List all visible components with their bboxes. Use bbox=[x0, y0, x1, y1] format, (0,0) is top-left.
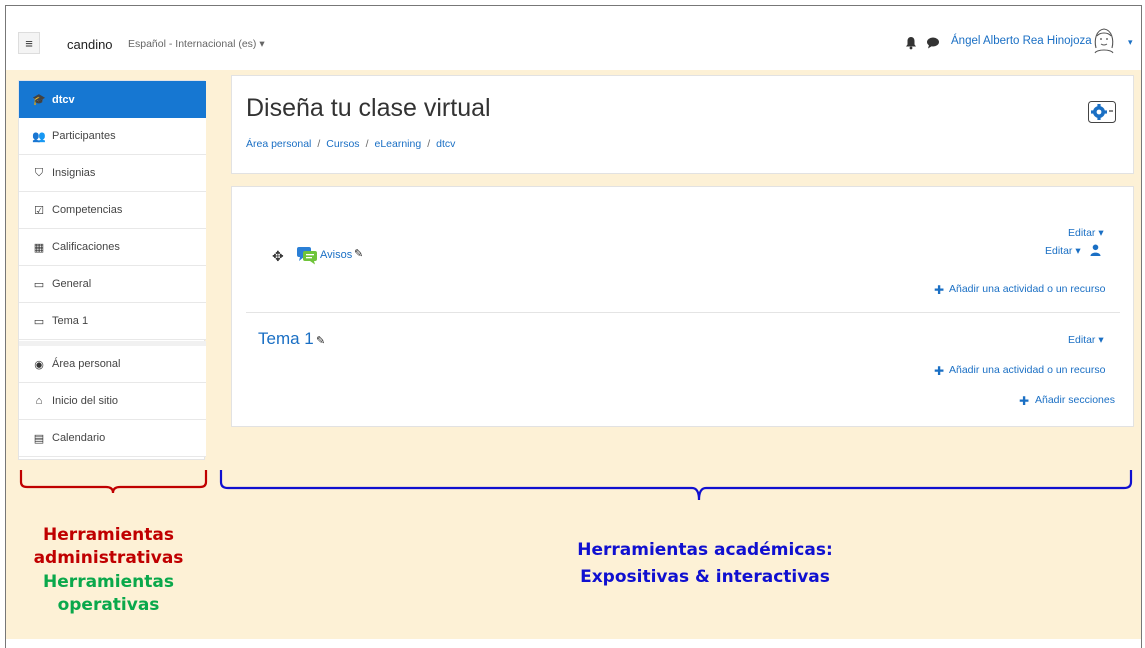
sidebar-item-label: Inicio del sitio bbox=[52, 395, 119, 407]
pencil-icon[interactable]: ✎ bbox=[316, 334, 325, 347]
avatar[interactable] bbox=[1091, 26, 1117, 54]
pencil-icon[interactable]: ✎ bbox=[354, 247, 363, 260]
sidebar-item-label: Calificaciones bbox=[52, 241, 120, 253]
annotation-academic-tools: Herramientas académicas: Expositivas & i… bbox=[470, 537, 940, 591]
move-icon[interactable]: ✥ bbox=[272, 248, 284, 265]
screenshot-frame: ≡ candino Español - Internacional (es) ▾… bbox=[0, 0, 1145, 648]
folder-icon: ▭ bbox=[33, 315, 45, 328]
breadcrumb-item[interactable]: Cursos bbox=[326, 138, 359, 150]
users-icon: 👥 bbox=[32, 130, 46, 143]
plus-icon[interactable]: ✚ bbox=[934, 364, 944, 378]
sidebar-item-tema-1[interactable]: ▭ Tema 1 bbox=[19, 303, 206, 340]
sidebar-item-label: Insignias bbox=[52, 167, 96, 179]
breadcrumb-separator: / bbox=[427, 138, 431, 150]
course-content-card: Editar ▾ ✥ Avisos ✎ Editar ▾ ✚ Añadir un… bbox=[231, 186, 1134, 427]
table-icon: ▦ bbox=[33, 241, 45, 254]
annotation-line: administrativas bbox=[33, 548, 184, 568]
folder-icon: ▭ bbox=[33, 278, 45, 291]
forum-icon bbox=[297, 247, 317, 265]
sidebar-item-label: dtcv bbox=[52, 93, 75, 106]
section1-edit-menu[interactable]: Editar ▾ bbox=[1068, 334, 1104, 346]
annotation-line: operativas bbox=[57, 595, 160, 615]
sidebar-item-participantes[interactable]: 👥 Participantes bbox=[19, 118, 206, 155]
page-title: Diseña tu clase virtual bbox=[246, 94, 491, 122]
bell-icon[interactable] bbox=[904, 36, 918, 50]
sidebar-nav: 🎓 dtcv 👥 Participantes ⛉ Insignias ☑ Competenci… bbox=[18, 80, 206, 460]
sidebar-item-insignias[interactable]: ⛉ Insignias bbox=[19, 155, 206, 192]
section0-edit-menu[interactable]: Editar ▾ bbox=[1068, 227, 1104, 239]
calendar-icon: ▤ bbox=[33, 432, 45, 445]
sidebar-item-label: Participantes bbox=[52, 130, 116, 142]
breadcrumb-item[interactable]: dtcv bbox=[436, 138, 455, 150]
activity-edit-menu[interactable]: Editar ▾ bbox=[1045, 245, 1081, 257]
sidebar-item-label: Calendario bbox=[52, 432, 106, 444]
annotation-line: Herramientas bbox=[43, 525, 174, 545]
hamburger-icon[interactable]: ≡ bbox=[18, 32, 40, 54]
chat-icon[interactable] bbox=[926, 37, 940, 49]
sidebar-item-dtcv[interactable]: 🎓 dtcv bbox=[19, 81, 206, 118]
academic-brace bbox=[219, 470, 1133, 501]
add-activity-link[interactable]: Añadir una actividad o un recurso bbox=[949, 283, 1105, 295]
sidebar-separator bbox=[19, 341, 206, 346]
shield-icon: ⛉ bbox=[34, 166, 44, 179]
gear-icon[interactable] bbox=[1088, 101, 1116, 123]
dashboard-icon: ◉ bbox=[34, 358, 44, 371]
sidebar-item-label: General bbox=[52, 278, 92, 290]
plus-icon[interactable]: ✚ bbox=[934, 283, 944, 297]
sidebar-item-competencias[interactable]: ☑ Competencias bbox=[19, 192, 206, 229]
checkbox-icon: ☑ bbox=[34, 204, 44, 217]
section-divider bbox=[246, 312, 1120, 313]
annotation-operative-tools: Herramientas operativas bbox=[6, 571, 211, 617]
sidebar-item-calendario[interactable]: ▤ Calendario bbox=[19, 420, 206, 457]
top-navbar: ≡ candino Español - Internacional (es) ▾… bbox=[6, 6, 1141, 70]
user-icon[interactable] bbox=[1090, 244, 1101, 256]
breadcrumb-item[interactable]: eLearning bbox=[374, 138, 421, 150]
site-name-link[interactable]: candino bbox=[67, 37, 113, 52]
sidebar-item-label: Área personal bbox=[52, 358, 121, 370]
add-sections-link[interactable]: Añadir secciones bbox=[1035, 394, 1115, 406]
section-title-tema1[interactable]: Tema 1 bbox=[258, 329, 314, 349]
sidebar-item-general[interactable]: ▭ General bbox=[19, 266, 206, 303]
sidebar-item-label: Competencias bbox=[52, 204, 123, 216]
chevron-down-icon[interactable]: ▾ bbox=[1128, 37, 1133, 48]
annotation-line: Herramientas académicas: bbox=[577, 540, 833, 560]
breadcrumb-separator: / bbox=[317, 138, 321, 150]
sidebar-item-inicio-del-sitio[interactable]: ⌂ Inicio del sitio bbox=[19, 383, 206, 420]
activity-link-avisos[interactable]: Avisos bbox=[320, 249, 352, 261]
add-activity-link[interactable]: Añadir una actividad o un recurso bbox=[949, 364, 1105, 376]
plus-icon[interactable]: ✚ bbox=[1019, 394, 1029, 408]
graduation-cap-icon: 🎓 bbox=[32, 94, 46, 106]
annotation-admin-tools: Herramientas administrativas bbox=[6, 524, 211, 570]
annotation-line: Expositivas & interactivas bbox=[580, 567, 830, 587]
sidebar-item-área-personal[interactable]: ◉ Área personal bbox=[19, 346, 206, 383]
breadcrumb-item[interactable]: Área personal bbox=[246, 138, 311, 150]
breadcrumb-separator: / bbox=[365, 138, 369, 150]
sidebar-item-calificaciones[interactable]: ▦ Calificaciones bbox=[19, 229, 206, 266]
page-header-card: Diseña tu clase virtual Área personal / Cu… bbox=[231, 75, 1134, 174]
admin-brace bbox=[19, 470, 208, 494]
user-menu-name[interactable]: Ángel Alberto Rea Hinojoza bbox=[951, 35, 1092, 47]
sidebar-item-label: Tema 1 bbox=[52, 315, 89, 327]
home-icon: ⌂ bbox=[35, 395, 43, 407]
language-menu[interactable]: Español - Internacional (es) ▾ bbox=[128, 38, 265, 50]
breadcrumb: Área personal / Cursos / eLearning / dtcv bbox=[246, 138, 455, 150]
annotation-line: Herramientas bbox=[43, 572, 174, 592]
